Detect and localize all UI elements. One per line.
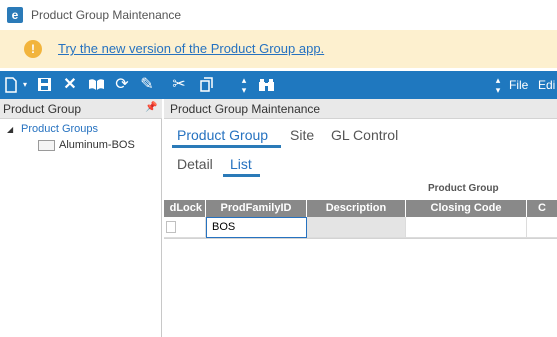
maintenance-pane-title: Product Group Maintenance bbox=[170, 102, 321, 116]
tree-root-product-groups[interactable]: Product Groups bbox=[21, 123, 98, 135]
pin-icon[interactable]: 📌 bbox=[145, 102, 157, 113]
subtab-detail[interactable]: Detail bbox=[177, 156, 213, 172]
clear-icon[interactable]: ✎ bbox=[138, 71, 156, 99]
new-dropdown-icon[interactable]: ▾ bbox=[20, 71, 30, 99]
copy-icon[interactable] bbox=[197, 71, 215, 99]
description-cell[interactable] bbox=[307, 217, 406, 238]
cut-icon[interactable]: ✂ bbox=[170, 71, 188, 99]
folder-icon bbox=[38, 140, 55, 151]
row-divider bbox=[164, 238, 557, 239]
subtab-list[interactable]: List bbox=[230, 156, 252, 172]
title-bar: e Product Group Maintenance bbox=[0, 0, 557, 30]
column-group-header: Product Group bbox=[428, 183, 499, 194]
tree-pane-title: Product Group bbox=[3, 102, 82, 116]
app-logo-icon: e bbox=[7, 7, 23, 23]
tree-expand-icon[interactable]: ◢ bbox=[7, 125, 13, 134]
warning-icon: ! bbox=[24, 40, 42, 58]
tree-item-aluminum-bos[interactable]: Aluminum-BOS bbox=[59, 139, 135, 151]
tree-pane-header: Product Group 📌 bbox=[0, 99, 162, 119]
column-header-description[interactable]: Description bbox=[307, 200, 406, 217]
column-header-closing-code[interactable]: Closing Code bbox=[406, 200, 527, 217]
closing-code-cell[interactable] bbox=[406, 217, 527, 238]
c-cell[interactable] bbox=[527, 217, 557, 238]
more-arrows-icon[interactable]: ▴ ▾ bbox=[238, 71, 250, 99]
column-header-c[interactable]: C bbox=[527, 200, 557, 217]
window-title: Product Group Maintenance bbox=[31, 8, 182, 22]
info-banner: ! Try the new version of the Product Gro… bbox=[0, 30, 557, 68]
save-icon[interactable] bbox=[35, 71, 53, 99]
book-icon[interactable] bbox=[86, 71, 106, 99]
binoculars-icon[interactable] bbox=[256, 71, 276, 99]
edit-menu[interactable]: Edi bbox=[538, 78, 555, 92]
lock-checkbox[interactable] bbox=[166, 221, 176, 233]
subtab-list-underline bbox=[223, 174, 260, 177]
product-group-tree-pane: Product Group 📌 ◢ Product Groups Aluminu… bbox=[0, 99, 162, 337]
new-icon[interactable] bbox=[3, 71, 19, 99]
delete-icon[interactable]: ✕ bbox=[61, 71, 79, 99]
new-version-link[interactable]: Try the new version of the Product Group… bbox=[58, 41, 324, 56]
toolbar: ▾ ✕ ⟳ ✎ ✂ ▴ ▾ ▴ ▾ File Edi bbox=[0, 71, 557, 99]
column-header-lock[interactable]: dLock bbox=[164, 200, 206, 217]
tab-product-group-underline bbox=[172, 145, 281, 148]
maintenance-pane: Product Group Maintenance Product Group … bbox=[164, 99, 557, 337]
menu-arrows-icon[interactable]: ▴ ▾ bbox=[493, 71, 503, 99]
table-row-lock-cell bbox=[164, 217, 206, 238]
tab-product-group[interactable]: Product Group bbox=[177, 127, 268, 143]
tab-site[interactable]: Site bbox=[290, 127, 314, 143]
prodfamilyid-cell[interactable]: BOS bbox=[206, 217, 307, 238]
column-header-prodfamilyid[interactable]: ProdFamilyID bbox=[206, 200, 307, 217]
refresh-icon[interactable]: ⟳ bbox=[113, 71, 131, 99]
tab-gl-control[interactable]: GL Control bbox=[331, 127, 398, 143]
maintenance-pane-header: Product Group Maintenance bbox=[164, 99, 557, 119]
file-menu[interactable]: File bbox=[509, 78, 528, 92]
